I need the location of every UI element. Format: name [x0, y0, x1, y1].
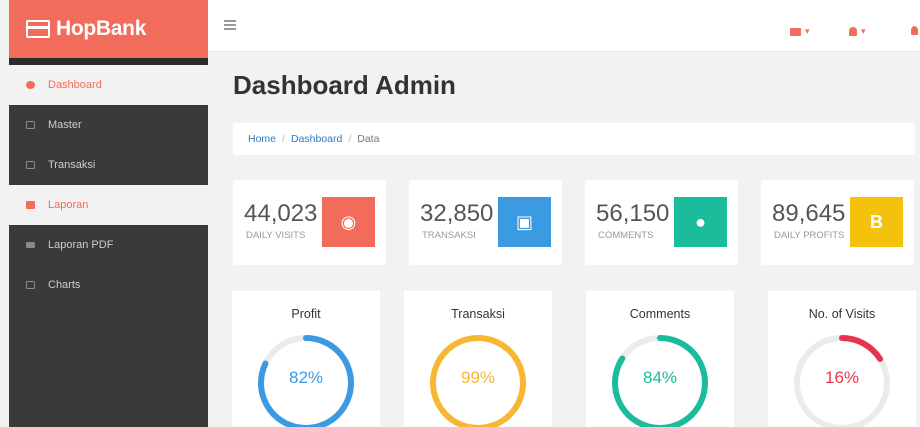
breadcrumb-separator: / [348, 133, 352, 145]
notifications-dropdown[interactable]: ▾ [849, 26, 866, 37]
sidebar-item-transaksi[interactable]: Transaksi [9, 145, 208, 185]
gauge-percent: 82% [288, 368, 324, 387]
breadcrumb-dashboard-link[interactable]: Dashboard [291, 133, 342, 145]
bell-icon [849, 27, 857, 36]
sidebar-item-charts[interactable]: Charts [9, 265, 208, 305]
gauge-card-transaksi: Transaksi 99% [404, 291, 552, 427]
stat-label: DAILY VISITS [246, 230, 306, 241]
breadcrumb-current: Data [357, 133, 380, 145]
sidebar-item-label: Transaksi [48, 159, 96, 171]
sidebar: Dashboard Master Transaksi Laporan Lapor… [9, 58, 208, 427]
sidebar-item-label: Master [48, 119, 82, 131]
table-icon [26, 121, 35, 129]
gauge-title: No. of Visits [808, 307, 876, 321]
gauge-percent: 84% [642, 368, 678, 387]
stat-card-comments: 56,150 COMMENTS ● [585, 180, 738, 265]
sidebar-item-label: Laporan PDF [48, 239, 114, 251]
sidebar-item-master[interactable]: Master [9, 105, 208, 145]
stat-label: DAILY PROFITS [774, 230, 845, 241]
sidebar-item-label: Charts [48, 279, 81, 291]
breadcrumb: Home / Dashboard / Data [233, 123, 915, 155]
gauge-title: Transaksi [451, 307, 505, 321]
file-icon [26, 201, 35, 209]
stat-card-daily-visits: 44,023 DAILY VISITS ◉ [233, 180, 386, 265]
gauge-title: Profit [291, 307, 321, 321]
user-icon [911, 26, 918, 35]
envelope-icon [790, 27, 801, 36]
sidebar-item-dashboard[interactable]: Dashboard [9, 65, 208, 105]
money-icon: ▣ [498, 197, 551, 247]
breadcrumb-separator: / [282, 133, 285, 145]
brand-name: HopBank [56, 17, 147, 40]
gauge-title: Comments [629, 307, 691, 321]
list-icon [26, 161, 35, 169]
chevron-down-icon: ▾ [805, 26, 810, 36]
eye-icon: ◉ [322, 197, 375, 247]
chart-icon [26, 281, 35, 289]
sidebar-item-label: Dashboard [48, 79, 102, 91]
gauge-percent: 99% [460, 368, 496, 387]
gauge-card-profit: Profit 82% [232, 291, 380, 427]
sidebar-separator [9, 58, 208, 65]
brand-bar[interactable]: HopBank [9, 0, 208, 58]
top-navbar: ▾ ▾ [208, 0, 920, 52]
stat-value: 89,645 [772, 200, 846, 227]
credit-card-icon [26, 20, 50, 38]
dashboard-icon [26, 81, 35, 89]
gauge-percent: 16% [824, 368, 860, 387]
page-title: Dashboard Admin [233, 70, 456, 100]
chevron-down-icon: ▾ [861, 26, 866, 36]
stat-value: 56,150 [596, 200, 670, 227]
stat-value: 44,023 [244, 200, 318, 227]
gauge-card-comments: Comments 84% [586, 291, 734, 427]
comments-icon: ● [674, 197, 727, 247]
bitcoin-icon: B [850, 197, 903, 247]
breadcrumb-home-link[interactable]: Home [248, 133, 276, 145]
stat-label: TRANSAKSI [422, 230, 476, 241]
user-dropdown[interactable] [911, 26, 918, 35]
stat-card-daily-profits: 89,645 DAILY PROFITS B [761, 180, 914, 265]
stat-card-transaksi: 32,850 TRANSAKSI ▣ [409, 180, 562, 265]
sidebar-item-laporan-pdf[interactable]: Laporan PDF [9, 225, 208, 265]
gauge-card-visits: No. of Visits 16% [768, 291, 916, 427]
sidebar-item-label: Laporan [48, 199, 89, 211]
messages-dropdown[interactable]: ▾ [790, 26, 810, 37]
menu-toggle-icon[interactable] [224, 20, 236, 30]
stat-label: COMMENTS [598, 230, 654, 241]
stat-value: 32,850 [420, 200, 494, 227]
sidebar-item-laporan[interactable]: Laporan [9, 185, 208, 225]
folder-icon [26, 242, 35, 248]
